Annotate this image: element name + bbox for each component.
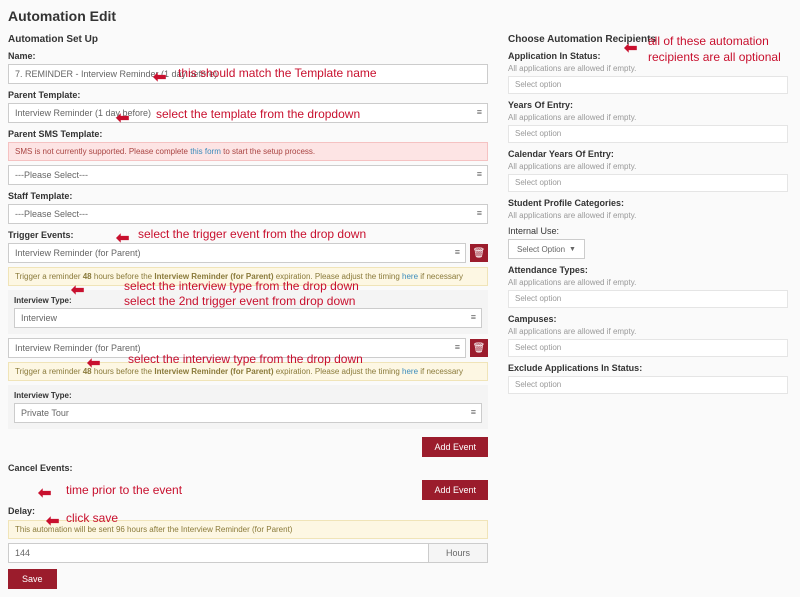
- trigger-event-1-select[interactable]: [8, 243, 466, 263]
- app-status-label: Application In Status:: [508, 51, 788, 61]
- sms-template-label: Parent SMS Template:: [8, 129, 488, 139]
- t: expiration. Please adjust the timing: [274, 367, 403, 376]
- staff-template-select[interactable]: [8, 204, 488, 224]
- delete-trigger-2-button[interactable]: 🗑: [470, 339, 488, 357]
- name-input[interactable]: [8, 64, 488, 84]
- attendance-helper: All applications are allowed if empty.: [508, 278, 788, 287]
- t: 48: [83, 272, 92, 281]
- campuses-select[interactable]: Select option: [508, 339, 788, 357]
- t: Interview Reminder (for Parent): [154, 272, 273, 281]
- years-helper: All applications are allowed if empty.: [508, 113, 788, 122]
- caret-down-icon: ▼: [569, 246, 576, 253]
- delay-input[interactable]: [8, 543, 428, 563]
- t: if necessary: [418, 367, 463, 376]
- t: expiration. Please adjust the timing: [274, 272, 403, 281]
- years-label: Years Of Entry:: [508, 100, 788, 110]
- t: Trigger a reminder: [15, 367, 83, 376]
- years-select[interactable]: Select option: [508, 125, 788, 143]
- name-label: Name:: [8, 51, 488, 61]
- left-column: Automation Set Up Name: Parent Template:…: [8, 34, 488, 589]
- cancel-events-label: Cancel Events:: [8, 463, 488, 473]
- recipients-title: Choose Automation Recipients: [508, 34, 788, 45]
- sms-warning: SMS is not currently supported. Please c…: [8, 142, 488, 161]
- t: Interview Reminder (for Parent): [154, 367, 273, 376]
- app-status-select[interactable]: Select option: [508, 76, 788, 94]
- interview-type-2-block: Interview Type:: [8, 385, 488, 429]
- campuses-helper: All applications are allowed if empty.: [508, 327, 788, 336]
- trigger-1-info: Trigger a reminder 48 hours before the I…: [8, 267, 488, 286]
- delay-info: This automation will be sent 96 hours af…: [8, 520, 488, 539]
- cal-years-label: Calendar Years Of Entry:: [508, 149, 788, 159]
- trigger-event-2-select[interactable]: [8, 338, 466, 358]
- interview-type-1-block: Interview Type:: [8, 290, 488, 334]
- setup-title: Automation Set Up: [8, 34, 488, 45]
- internal-use-value: Select Option: [517, 245, 565, 254]
- campuses-label: Campuses:: [508, 314, 788, 324]
- page-title: Automation Edit: [8, 8, 792, 24]
- sms-template-select[interactable]: [8, 165, 488, 185]
- trigger-2-info: Trigger a reminder 48 hours before the I…: [8, 362, 488, 381]
- t: hours before the: [92, 272, 155, 281]
- parent-template-select[interactable]: [8, 103, 488, 123]
- cal-years-select[interactable]: Select option: [508, 174, 788, 192]
- profile-cat-helper: All applications are allowed if empty.: [508, 211, 788, 220]
- attendance-label: Attendance Types:: [508, 265, 788, 275]
- t: hours before the: [92, 367, 155, 376]
- delete-trigger-1-button[interactable]: 🗑: [470, 244, 488, 262]
- profile-cat-label: Student Profile Categories:: [508, 198, 788, 208]
- trigger-events-label: Trigger Events:: [8, 230, 488, 240]
- add-event-button-2[interactable]: Add Event: [422, 480, 488, 500]
- internal-use-select[interactable]: Select Option ▼: [508, 239, 585, 259]
- parent-template-label: Parent Template:: [8, 90, 488, 100]
- exclude-select[interactable]: Select option: [508, 376, 788, 394]
- delay-unit: Hours: [428, 543, 488, 563]
- delay-label: Delay:: [8, 506, 488, 516]
- t: if necessary: [418, 272, 463, 281]
- interview-type-2-select[interactable]: [14, 403, 482, 423]
- interview-type-1-label: Interview Type:: [14, 296, 482, 305]
- save-button[interactable]: Save: [8, 569, 57, 589]
- timing-link-1[interactable]: here: [402, 272, 418, 281]
- right-column: Choose Automation Recipients Application…: [508, 34, 788, 589]
- timing-link-2[interactable]: here: [402, 367, 418, 376]
- attendance-select[interactable]: Select option: [508, 290, 788, 308]
- add-event-button-1[interactable]: Add Event: [422, 437, 488, 457]
- interview-type-2-label: Interview Type:: [14, 391, 482, 400]
- sms-warning-text-b: to start the setup process.: [221, 147, 315, 156]
- t: Trigger a reminder: [15, 272, 83, 281]
- internal-use-label: Internal Use:: [508, 226, 788, 236]
- sms-form-link[interactable]: this form: [190, 147, 221, 156]
- app-status-helper: All applications are allowed if empty.: [508, 64, 788, 73]
- interview-type-1-select[interactable]: [14, 308, 482, 328]
- exclude-label: Exclude Applications In Status:: [508, 363, 788, 373]
- staff-template-label: Staff Template:: [8, 191, 488, 201]
- cal-years-helper: All applications are allowed if empty.: [508, 162, 788, 171]
- t: 48: [83, 367, 92, 376]
- sms-warning-text-a: SMS is not currently supported. Please c…: [15, 147, 190, 156]
